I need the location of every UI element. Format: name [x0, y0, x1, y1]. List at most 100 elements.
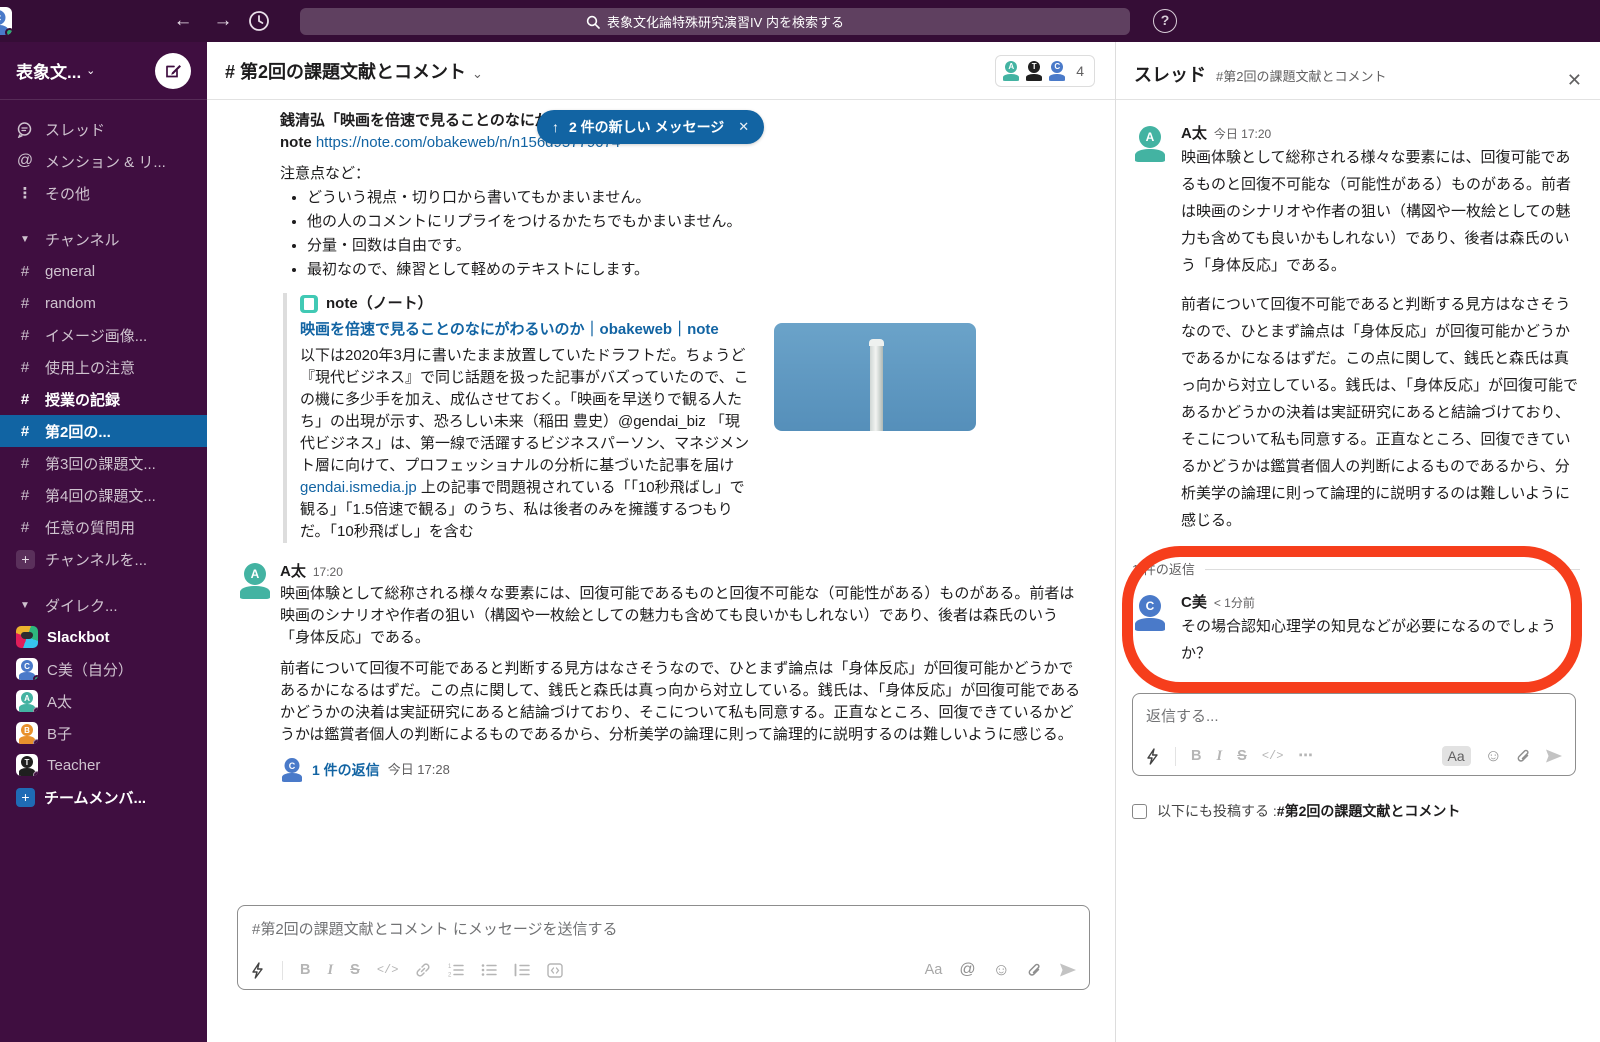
sidebar-channel-random[interactable]: #random — [0, 287, 207, 319]
sidebar-channel-questions[interactable]: #任意の質問用 — [0, 511, 207, 543]
sidebar-channel-general[interactable]: #general — [0, 255, 207, 287]
attachment-paperclip-icon[interactable] — [1516, 748, 1531, 765]
code-block-icon[interactable] — [547, 963, 563, 978]
message-author[interactable]: A太 — [1181, 125, 1207, 142]
dm-section-header[interactable]: ▼ ダイレク... — [0, 589, 207, 621]
new-messages-banner[interactable]: ↑ 2 件の新しい メッセージ ✕ — [537, 110, 764, 144]
channel-pane: # 第2回の課題文献とコメント⌄ A T C 4 ↑ 2 件の新しい メッセージ… — [207, 42, 1115, 1042]
message-timestamp[interactable]: 今日 17:20 — [1214, 127, 1271, 141]
history-forward-button[interactable]: → — [210, 8, 236, 34]
note-thumbnail-image[interactable] — [774, 323, 976, 431]
chevron-down-icon: ⌄ — [472, 66, 483, 81]
bold-button[interactable]: B — [300, 962, 310, 978]
sidebar-channel-images[interactable]: #イメージ画像... — [0, 319, 207, 351]
bulleted-list-icon[interactable] — [481, 963, 497, 977]
gendai-link[interactable]: gendai.ismedia.jp — [300, 479, 417, 496]
compose-button[interactable] — [155, 53, 191, 89]
thread-reply-composer[interactable]: 返信する... B I S </> ⋯ Aa ☺ — [1132, 693, 1576, 776]
italic-button[interactable]: I — [1216, 748, 1222, 765]
sidebar-channel-session4[interactable]: #第4回の課題文... — [0, 479, 207, 511]
link-preview-card[interactable]: note（ノート） 映画を倍速で見ることのなにがわるいのか｜obakeweb｜n… — [283, 293, 1087, 543]
link-icon[interactable] — [415, 962, 431, 978]
sidebar-item-threads[interactable]: スレッド — [0, 113, 207, 145]
send-icon[interactable] — [1059, 962, 1077, 978]
note-article-link[interactable]: 映画を倍速で見ることのなにがわるいのか｜obakeweb｜note — [300, 321, 719, 338]
sidebar-channel-class-records[interactable]: #授業の記録 — [0, 383, 207, 415]
avatar-a[interactable]: A — [237, 563, 273, 599]
text-format-toggle[interactable]: Aa — [1442, 746, 1471, 766]
attachment-paperclip-icon[interactable] — [1027, 962, 1042, 979]
avatar-teacher: T — [16, 754, 38, 776]
message-paragraph: 前者について回復不可能であると判断する見方はなさそうなので、ひとまず論点は「身体… — [280, 658, 1087, 746]
presence-online-dot — [5, 28, 12, 35]
code-button[interactable]: </> — [1262, 749, 1284, 763]
message-composer[interactable]: #第2回の課題文献とコメント にメッセージを送信する B I S </> 12 … — [237, 905, 1090, 990]
dm-teacher[interactable]: T Teacher — [0, 749, 207, 781]
blockquote-icon[interactable] — [514, 963, 530, 977]
sidebar: 表象文... ⌄ スレッド @ メンション & リ... ⋮ その他 ▼ チ — [0, 42, 207, 1042]
svg-text:1: 1 — [448, 964, 452, 970]
sidebar-channel-session3[interactable]: #第3回の課題文... — [0, 447, 207, 479]
dm-a[interactable]: A A太 — [0, 685, 207, 717]
shortcuts-lightning-icon[interactable] — [250, 962, 265, 979]
thread-channel-name[interactable]: #第2回の課題文献とコメント — [1216, 66, 1386, 85]
help-icon[interactable]: ? — [1153, 9, 1177, 33]
ordered-list-icon[interactable]: 12 — [448, 963, 464, 977]
search-input[interactable]: 表象文化論特殊研究演習IV 内を検索する — [300, 8, 1130, 35]
add-teammates-button[interactable]: + チームメンバ... — [0, 781, 207, 813]
dm-b[interactable]: B B子 — [0, 717, 207, 749]
note-provider-name: note（ノート） — [326, 293, 433, 315]
message-paragraph: 映画体験として総称される様々な要素には、回復可能であるものと回復不可能な（可能性… — [1181, 144, 1580, 279]
sidebar-channel-session2-selected[interactable]: #第2回の... — [0, 415, 207, 447]
workspace-name[interactable]: 表象文... — [16, 58, 81, 83]
emoji-icon[interactable]: ☺ — [993, 960, 1010, 980]
top-bar: ← → 表象文化論特殊研究演習IV 内を検索する ? C — [0, 0, 1600, 42]
search-placeholder: 表象文化論特殊研究演習IV 内を検索する — [607, 12, 844, 31]
message-timestamp[interactable]: 17:20 — [313, 565, 343, 579]
message-timestamp[interactable]: < 1分前 — [1214, 596, 1255, 610]
channels-section-header[interactable]: ▼ チャンネル — [0, 223, 207, 255]
sidebar-item-more[interactable]: ⋮ その他 — [0, 177, 207, 209]
shortcuts-lightning-icon[interactable] — [1145, 748, 1160, 765]
sidebar-item-mentions[interactable]: @ メンション & リ... — [0, 145, 207, 177]
dm-slackbot[interactable]: Slackbot — [0, 621, 207, 653]
history-back-button[interactable]: ← — [170, 8, 196, 34]
code-button[interactable]: </> — [377, 963, 399, 977]
close-icon[interactable]: ✕ — [1567, 70, 1582, 91]
channel-title[interactable]: # 第2回の課題文献とコメント⌄ — [225, 58, 483, 84]
mention-icon[interactable]: @ — [959, 961, 975, 979]
user-avatar[interactable]: C — [0, 7, 12, 35]
avatar-a[interactable]: A — [1132, 126, 1168, 162]
more-formatting-button[interactable]: ⋯ — [1298, 748, 1313, 764]
plus-icon: + — [16, 550, 35, 569]
tower-photo — [870, 345, 883, 431]
history-clock-icon[interactable] — [246, 8, 272, 34]
message-author[interactable]: A太 — [280, 563, 306, 580]
avatar-c[interactable]: C — [1132, 595, 1168, 631]
text-format-toggle[interactable]: Aa — [925, 962, 943, 978]
bold-button[interactable]: B — [1191, 748, 1201, 764]
thread-panel-title: スレッド — [1134, 61, 1206, 87]
note-label: note — [280, 134, 312, 151]
member-count-button[interactable]: A T C 4 — [995, 55, 1095, 87]
presence-offline-dot — [33, 707, 38, 712]
strikethrough-button[interactable]: S — [1237, 748, 1247, 764]
dm-self[interactable]: C C美（自分） — [0, 653, 207, 685]
message-author[interactable]: C美 — [1181, 594, 1207, 611]
message-bullets: どういう視点・切り口から書いてもかまいません。 他の人のコメントにリプライをつけ… — [307, 187, 1087, 281]
emoji-icon[interactable]: ☺ — [1485, 746, 1502, 766]
composer-placeholder: #第2回の課題文献とコメント にメッセージを送信する — [252, 918, 1075, 939]
thread-reply-bar[interactable]: C 1 件の返信 今日 17:28 — [280, 758, 1087, 782]
thread-bubble-icon — [16, 121, 34, 138]
banner-close-icon[interactable]: ✕ — [738, 116, 749, 138]
send-icon[interactable] — [1545, 748, 1563, 764]
hash-icon: # — [16, 295, 34, 312]
add-channel-button[interactable]: +チャンネルを... — [0, 543, 207, 575]
hash-icon: # — [16, 359, 34, 376]
sidebar-channel-usage-notes[interactable]: #使用上の注意 — [0, 351, 207, 383]
view-thread-link[interactable]: 1 件の返信 — [312, 759, 380, 781]
also-send-checkbox[interactable] — [1132, 804, 1147, 819]
italic-button[interactable]: I — [327, 962, 333, 979]
strikethrough-button[interactable]: S — [350, 962, 360, 978]
also-send-row: 以下にも投稿する :#第2回の課題文献とコメント — [1132, 801, 1580, 821]
